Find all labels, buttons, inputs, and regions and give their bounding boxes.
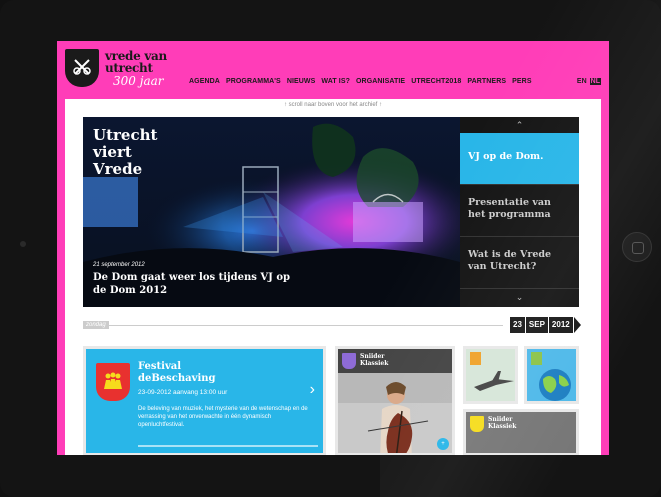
globe-image [527,349,576,401]
featured-item-wat-is-vrede[interactable]: Wat is de Vrede van Utrecht? [460,237,579,289]
chevron-up-icon[interactable]: ⌃ [460,117,579,133]
lang-en[interactable]: EN [577,78,587,85]
tablet-device: vrede van utrecht 300 jaar AGENDA PROGRA… [0,0,661,497]
screen: vrede van utrecht 300 jaar AGENDA PROGRA… [57,41,609,455]
chevron-right-icon[interactable]: › [310,381,315,399]
hero-caption: De Dom gaat weer los tijdens VJ op de Do… [93,272,291,296]
event-tile-klassiek-2[interactable]: Sniider Klassiek [463,409,579,455]
nav-item-organisatie[interactable]: ORGANISATIE [356,78,405,85]
logo-badge [65,49,99,87]
event-divider [138,445,318,447]
nav-item-wat-is[interactable]: WAT IS? [321,78,350,85]
nav-item-programmas[interactable]: PROGRAMMA'S [226,78,281,85]
event-description: De beleving van muziek, het mysterie van… [138,406,308,428]
chevron-down-icon[interactable]: ⌄ [460,289,579,305]
arrow-right-icon[interactable] [573,317,581,333]
nav-item-agenda[interactable]: AGENDA [189,78,220,85]
camera-lens [20,241,26,247]
date-month: SEP [525,317,548,333]
date-day: 23 [510,317,525,333]
home-button[interactable] [622,232,652,262]
event-tile-airplane[interactable] [463,346,518,404]
day-label: zondag [83,321,109,329]
scroll-hint[interactable]: ↑ scroll naar boven voor het archief ↑ [65,102,601,108]
event-title: Festival deBeschaving [138,361,216,384]
tile-label: Sniider Klassiek [488,416,517,430]
hero-date: 21 september 2012 [93,262,145,268]
event-category-badge [96,363,130,401]
featured-item-presentatie[interactable]: Presentatie van het programma [460,185,579,237]
nav-item-utrecht2018[interactable]: UTRECHT2018 [411,78,461,85]
lang-nl[interactable]: NL [589,78,601,85]
hearts-icon [73,59,91,75]
date-year: 2012 [548,317,573,333]
hero-title: Utrecht viert Vrede [93,126,158,178]
nav-item-pers[interactable]: PERS [512,78,531,85]
main-nav: AGENDA PROGRAMMA'S NIEUWS WAT IS? ORGANI… [189,78,532,85]
site-logo[interactable]: vrede van utrecht 300 jaar [65,47,185,91]
music-note-icon [470,416,484,432]
date-selector[interactable]: 23 SEP 2012 [510,317,581,333]
featured-menu: ⌃ VJ op de Dom. Presentatie van het prog… [460,117,579,307]
nav-item-partners[interactable]: PARTNERS [467,78,506,85]
airplane-image [466,349,515,401]
tile-plus-button[interactable]: + [437,438,449,450]
nav-item-nieuws[interactable]: NIEUWS [287,78,316,85]
crowd-icon [104,372,122,389]
tile-label: Sniider Klassiek [360,353,389,367]
page-content: ↑ scroll naar boven voor het archief ↑ U… [65,99,601,455]
event-card-festival[interactable]: Festival deBeschaving 23-09-2012 aanvang… [83,346,326,455]
event-tile-earth-day[interactable] [524,346,579,404]
event-tile-klassiek[interactable]: Sniider Klassiek + [335,346,455,455]
featured-item-vj-op-de-dom[interactable]: VJ op de Dom. [460,133,579,185]
logo-text-line3: 300 jaar [113,74,164,88]
logo-text-line2: utrecht [105,61,153,75]
language-switcher: EN NL [577,78,601,85]
music-note-icon [342,353,356,369]
date-divider [83,325,503,326]
event-datetime: 23-09-2012 aanvang 13:00 uur [138,389,228,396]
hero-banner[interactable]: Utrecht viert Vrede 21 september 2012 De… [83,117,460,307]
